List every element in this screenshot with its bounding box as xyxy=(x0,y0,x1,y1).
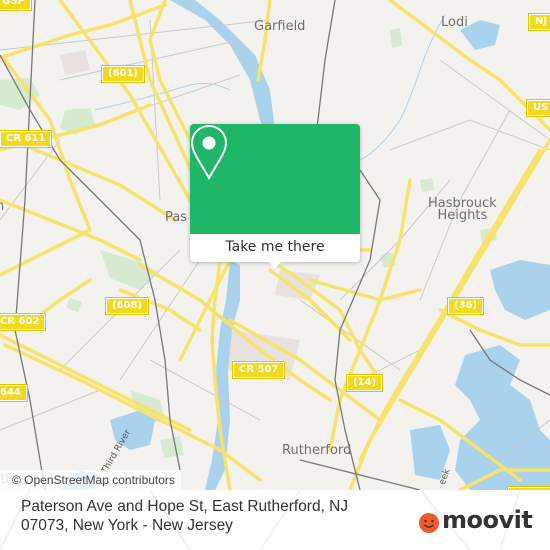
map-canvas[interactable]: GSP (601) CR 611 (608) CR 602 644 CR 507… xyxy=(0,0,550,490)
road-shield-gsp: GSP xyxy=(0,0,32,11)
popup-tail xyxy=(267,260,283,268)
map-pin-icon xyxy=(190,124,228,180)
place-label-hasbrouck-heights: Hasbrouck Heights xyxy=(428,196,497,223)
footer: Paterson Ave and Hope St, East Rutherfor… xyxy=(0,490,550,550)
moovit-logo-text: moovit xyxy=(442,506,533,534)
road-shield-us: US xyxy=(525,99,550,117)
road-shield-608: (608) xyxy=(104,297,150,315)
place-label-rutherford: Rutherford xyxy=(282,443,352,458)
moovit-smiley-icon xyxy=(419,513,439,533)
place-label-garfield: Garfield xyxy=(254,19,306,34)
address-text: Paterson Ave and Hope St, East Rutherfor… xyxy=(21,497,401,535)
road-shield-cr507: CR 507 xyxy=(231,361,286,379)
take-me-there-button[interactable]: Take me there xyxy=(190,234,360,262)
place-label-edge: n xyxy=(0,199,5,214)
road-shield-644: 644 xyxy=(0,384,28,402)
address-line-1: Paterson Ave and Hope St, East Rutherfor… xyxy=(21,498,349,515)
place-label-lodi: Lodi xyxy=(441,15,468,30)
road-shield-cr611: CR 611 xyxy=(0,130,53,148)
popup-header xyxy=(190,124,360,234)
place-label-passaic: Pas xyxy=(165,210,187,225)
road-shield-601: (601) xyxy=(100,65,146,83)
road-shield-cr602: CR 602 xyxy=(0,313,47,331)
road-shield-14: (14) xyxy=(345,374,384,392)
map-attribution[interactable]: © OpenStreetMap contributors xyxy=(0,470,181,490)
road-shield-36: (36) xyxy=(446,297,485,315)
location-popup: Take me there xyxy=(190,124,360,268)
address-line-2: 07073, New York - New Jersey xyxy=(21,517,233,534)
road-shield-nj: NJ xyxy=(527,13,550,31)
